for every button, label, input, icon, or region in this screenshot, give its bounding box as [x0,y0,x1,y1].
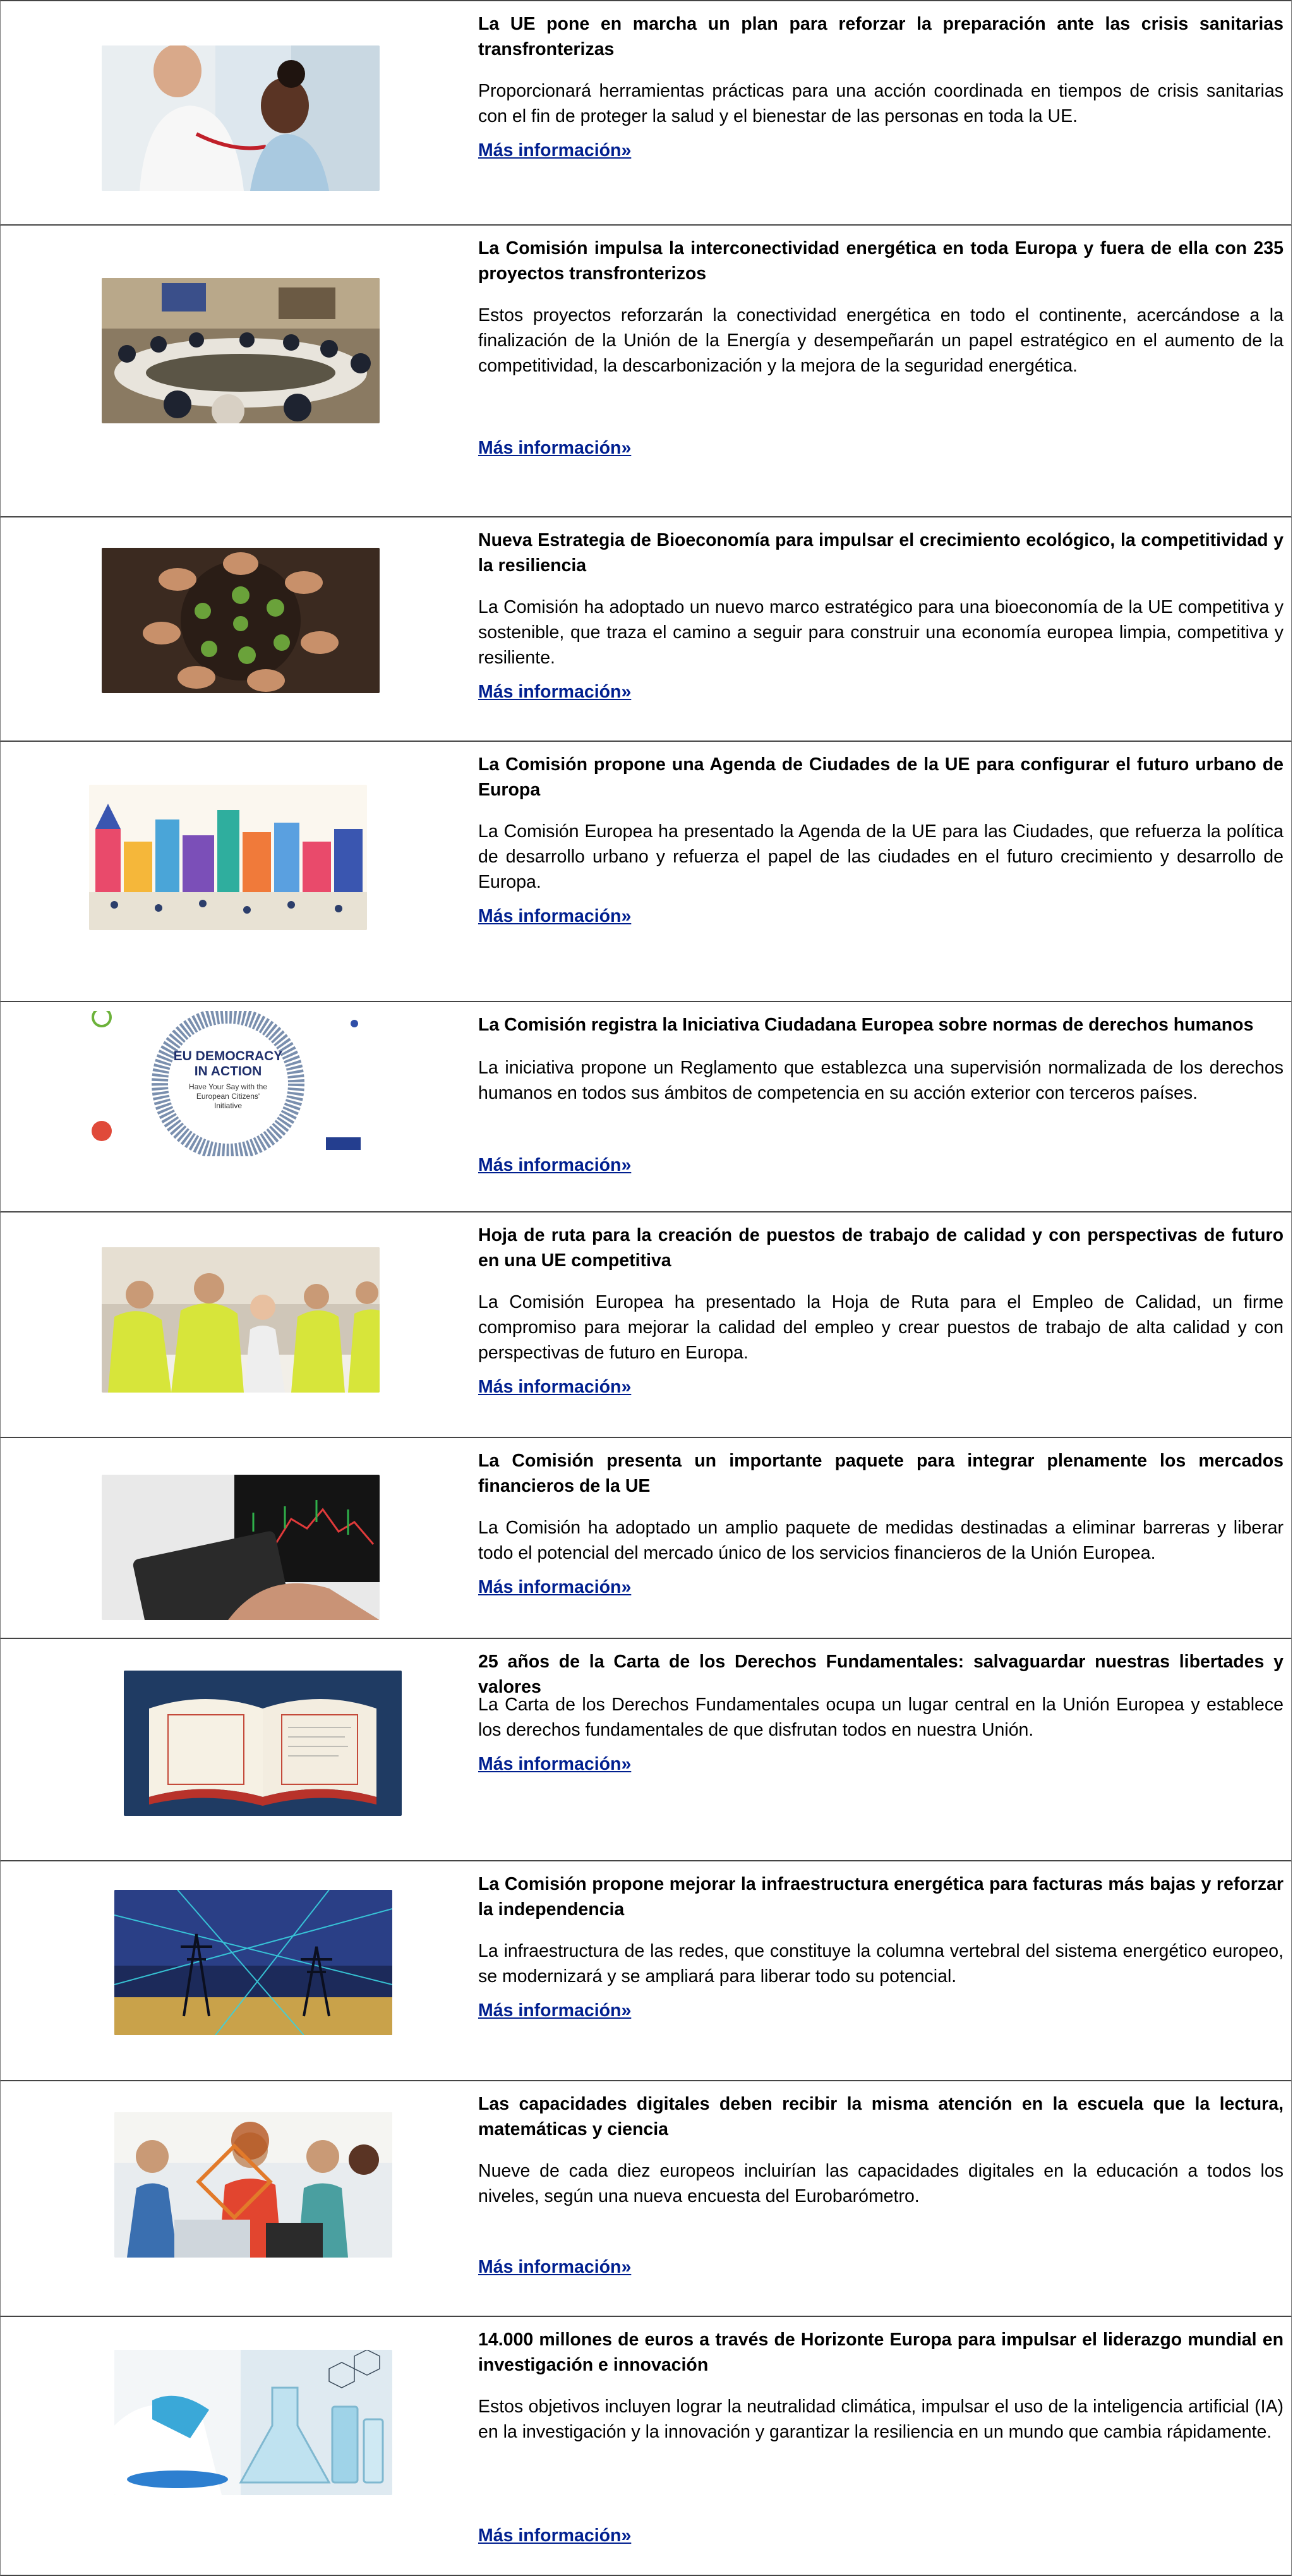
more-info-link[interactable]: Más información» [478,1575,631,1600]
graphic-subtitle-line3: Have Your Say with the [189,1082,267,1091]
news-image-city-illustration [89,785,367,930]
news-row: La UE pone en marcha un plan para reforz… [0,0,1292,226]
news-description: Estos proyectos reforzarán la conectivid… [478,305,1284,376]
news-title: La Comisión presenta un importante paque… [478,1451,1284,1496]
news-row: 14.000 millones de euros a través de Hor… [0,2317,1292,2576]
news-image-open-book [124,1671,402,1816]
graphic-title-line2: IN ACTION [195,1064,262,1079]
news-row: 25 años de la Carta de los Derechos Fund… [0,1639,1292,1861]
news-image-hands-plants [102,548,380,693]
news-description: La Comisión ha adoptado un amplio paquet… [478,1518,1284,1563]
news-row: La Comisión presenta un importante paque… [0,1438,1292,1639]
news-description: La infraestructura de las redes, que con… [478,1941,1284,1986]
news-row: Nueva Estrategia de Bioeconomía para imp… [0,517,1292,742]
news-image-power-grid [114,1890,392,2035]
news-image-doctor-child [102,45,380,191]
news-title: La UE pone en marcha un plan para reforz… [478,14,1284,59]
news-image-finance-tablet [102,1475,380,1620]
news-title: La Comisión impulsa la interconectividad… [478,238,1284,284]
news-description: Estos objetivos incluyen lograr la neutr… [478,2397,1284,2442]
more-info-link[interactable]: Más información» [478,1751,631,1777]
graphic-subtitle-line5: Initiative [214,1101,242,1110]
news-row: La Comisión propone una Agenda de Ciudad… [0,742,1292,1002]
news-row: EU DEMOCRACY IN ACTION Have Your Say wit… [0,1002,1292,1212]
news-title: Hoja de ruta para la creación de puestos… [478,1225,1284,1271]
more-info-link[interactable]: Más información» [478,1374,631,1400]
more-info-link[interactable]: Más información» [478,138,631,163]
more-info-link[interactable]: Más información» [478,679,631,704]
graphic-subtitle-line4: European Citizens' [196,1092,260,1101]
news-title: La Comisión registra la Iniciativa Ciuda… [478,1015,1254,1035]
news-image-eu-democracy: EU DEMOCRACY IN ACTION Have Your Say wit… [89,1011,367,1156]
news-table: La UE pone en marcha un plan para reforz… [0,0,1292,2576]
news-description: Nueve de cada diez europeos incluirían l… [478,2161,1284,2206]
news-image-laboratory [114,2350,392,2495]
news-title: La Comisión propone mejorar la infraestr… [478,1874,1284,1920]
news-row: Las capacidades digitales deben recibir … [0,2081,1292,2317]
more-info-link[interactable]: Más información» [478,2523,631,2548]
news-description: La Carta de los Derechos Fundamentales o… [478,1695,1284,1740]
news-description: Proporcionará herramientas prácticas par… [478,81,1284,126]
news-title: Nueva Estrategia de Bioeconomía para imp… [478,530,1284,576]
more-info-link[interactable]: Más información» [478,435,631,461]
news-image-meeting [102,278,380,423]
news-image-students-laptop [114,2112,392,2258]
news-title: 14.000 millones de euros a través de Hor… [478,2330,1284,2375]
graphic-title-line1: EU DEMOCRACY [174,1049,283,1063]
news-description: La Comisión Europea ha presentado la Hoj… [478,1292,1284,1363]
news-row: La Comisión propone mejorar la infraestr… [0,1861,1292,2081]
more-info-link[interactable]: Más información» [478,1998,631,2023]
more-info-link[interactable]: Más información» [478,904,631,929]
news-image-workers [102,1247,380,1393]
news-description: La Comisión ha adoptado un nuevo marco e… [478,597,1284,668]
news-title: La Comisión propone una Agenda de Ciudad… [478,754,1284,800]
news-description: La Comisión Europea ha presentado la Age… [478,821,1284,892]
news-title: Las capacidades digitales deben recibir … [478,2094,1284,2139]
news-row: Hoja de ruta para la creación de puestos… [0,1212,1292,1438]
more-info-link[interactable]: Más información» [478,1152,631,1178]
news-description: La iniciativa propone un Reglamento que … [478,1058,1284,1103]
news-row: La Comisión impulsa la interconectividad… [0,226,1292,517]
more-info-link[interactable]: Más información» [478,2254,631,2280]
